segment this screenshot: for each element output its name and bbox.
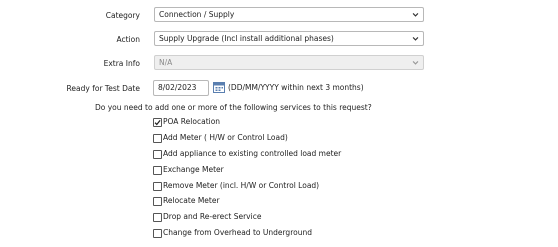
chevron-down-icon [412, 13, 419, 17]
category-label: Category [105, 11, 140, 20]
service-option-label: Change from Overhead to Underground [163, 228, 312, 237]
service-option-label: Exchange Meter [163, 165, 224, 174]
category-select[interactable]: Connection / Supply [154, 7, 424, 22]
date-format-hint: (DD/MM/YYYY within next 3 months) [228, 83, 364, 92]
checkbox[interactable] [153, 213, 162, 222]
checkbox[interactable] [153, 166, 162, 175]
checkbox[interactable] [153, 197, 162, 206]
calendar-icon[interactable] [213, 81, 225, 93]
service-option-label: Remove Meter (incl. H/W or Control Load) [163, 181, 320, 190]
checkbox[interactable] [153, 182, 162, 191]
checkbox[interactable] [153, 134, 162, 143]
service-option-label: Relocate Meter [163, 196, 220, 205]
services-question: Do you need to add one or more of the fo… [95, 103, 372, 112]
checkmark-icon [154, 120, 161, 126]
service-option-label: Add Meter ( H/W or Control Load) [163, 133, 288, 142]
category-value: Connection / Supply [159, 10, 235, 19]
action-label: Action [116, 35, 141, 44]
ready-for-test-date-input[interactable]: 8/02/2023 [153, 80, 209, 96]
action-select[interactable]: Supply Upgrade (Incl install additional … [154, 31, 424, 46]
service-option-label: POA Relocation [163, 117, 221, 126]
chevron-down-icon [412, 37, 419, 41]
chevron-down-icon [412, 61, 419, 65]
extra-info-label: Extra Info [103, 59, 140, 68]
extra-info-select: N/A [154, 55, 424, 70]
action-value: Supply Upgrade (Incl install additional … [159, 34, 334, 43]
checkbox[interactable] [153, 118, 162, 127]
checkbox[interactable] [153, 229, 162, 238]
ready-for-test-label: Ready for Test Date [66, 84, 140, 93]
service-option-label: Drop and Re-erect Service [163, 212, 262, 221]
checkbox[interactable] [153, 150, 162, 159]
extra-info-value: N/A [159, 58, 173, 67]
service-option-label: Add appliance to existing controlled loa… [163, 149, 342, 158]
